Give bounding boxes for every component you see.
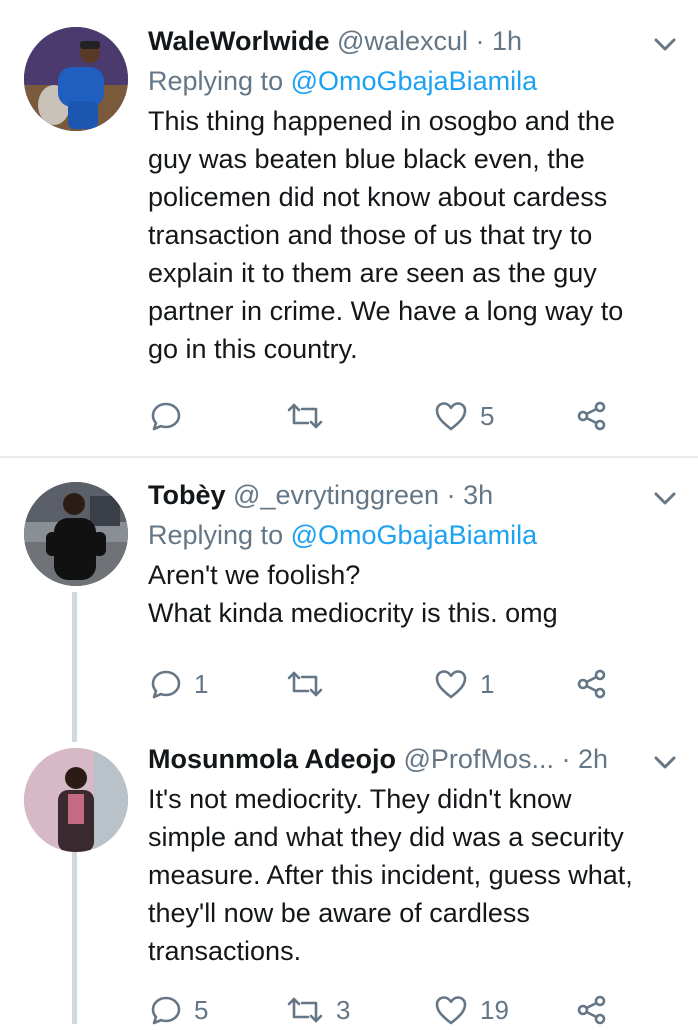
tweet-header: Tobèy @_evrytinggreen · 3h bbox=[148, 478, 674, 512]
retweet-icon bbox=[287, 671, 323, 697]
replying-to-label: Replying to bbox=[148, 520, 284, 550]
avatar[interactable] bbox=[24, 27, 128, 131]
timestamp[interactable]: · 2h bbox=[561, 744, 608, 774]
tweet-header: Mosunmola Adeojo @ProfMos... · 2h bbox=[148, 742, 674, 776]
retweet-count: 3 bbox=[336, 994, 351, 1025]
tweet-text: Aren't we foolish? What kinda mediocrity… bbox=[148, 560, 558, 628]
display-name[interactable]: Tobèy bbox=[148, 480, 226, 510]
avatar[interactable] bbox=[24, 748, 128, 852]
reply-button[interactable]: 1 bbox=[150, 664, 208, 704]
like-button[interactable]: 5 bbox=[434, 396, 494, 436]
chevron-down-icon[interactable] bbox=[654, 38, 676, 52]
share-icon bbox=[577, 995, 606, 1025]
tweet-text: It's not mediocrity. They didn't know si… bbox=[148, 784, 633, 966]
share-icon bbox=[577, 669, 606, 699]
tweet-actions: 5 3 19 bbox=[148, 990, 698, 1030]
like-count: 1 bbox=[480, 668, 495, 699]
retweet-button[interactable] bbox=[286, 396, 336, 436]
retweet-icon bbox=[287, 997, 323, 1023]
tweet-header: WaleWorlwide @walexcul · 1h bbox=[148, 24, 674, 58]
replying-to: Replying to @OmoGbajaBiamila bbox=[148, 518, 674, 552]
username[interactable]: @ProfMos... bbox=[404, 744, 554, 774]
share-button[interactable] bbox=[576, 396, 608, 436]
reply-icon bbox=[151, 402, 181, 431]
tweet[interactable]: Mosunmola Adeojo @ProfMos... · 2h It's n… bbox=[0, 728, 698, 1025]
share-icon bbox=[577, 401, 606, 431]
like-count: 19 bbox=[480, 994, 509, 1025]
username[interactable]: @walexcul bbox=[337, 26, 468, 56]
timestamp[interactable]: · 1h bbox=[476, 26, 523, 56]
chevron-down-icon[interactable] bbox=[654, 756, 676, 770]
mention-link[interactable]: @OmoGbajaBiamila bbox=[291, 520, 538, 550]
reply-icon bbox=[151, 996, 181, 1025]
tweet-text: This thing happened in osogbo and the gu… bbox=[148, 106, 624, 364]
reply-button[interactable]: 5 bbox=[150, 990, 208, 1030]
reply-button[interactable] bbox=[150, 396, 194, 436]
tweet[interactable]: WaleWorlwide @walexcul · 1h Replying to … bbox=[0, 0, 698, 456]
like-count: 5 bbox=[480, 400, 495, 431]
reply-count: 5 bbox=[194, 994, 209, 1025]
tweet[interactable]: Tobèy @_evrytinggreen · 3h Replying to @… bbox=[0, 458, 698, 728]
tweet-actions: 5 bbox=[148, 396, 698, 436]
display-name[interactable]: WaleWorlwide bbox=[148, 26, 330, 56]
share-button[interactable] bbox=[576, 664, 608, 704]
like-icon bbox=[435, 402, 467, 431]
retweet-button[interactable] bbox=[286, 664, 336, 704]
timestamp[interactable]: · 3h bbox=[447, 480, 494, 510]
like-icon bbox=[435, 996, 467, 1025]
tweet-actions: 1 1 bbox=[148, 664, 698, 704]
chevron-down-icon[interactable] bbox=[654, 492, 676, 506]
username[interactable]: @_evrytinggreen bbox=[233, 480, 439, 510]
mention-link[interactable]: @OmoGbajaBiamila bbox=[291, 66, 538, 96]
like-button[interactable]: 1 bbox=[434, 664, 494, 704]
retweet-icon bbox=[287, 403, 323, 429]
share-button[interactable] bbox=[576, 990, 608, 1030]
like-icon bbox=[435, 670, 467, 699]
reply-count: 1 bbox=[194, 668, 209, 699]
retweet-button[interactable]: 3 bbox=[286, 990, 350, 1030]
reply-icon bbox=[151, 670, 181, 699]
display-name[interactable]: Mosunmola Adeojo bbox=[148, 744, 396, 774]
replying-to: Replying to @OmoGbajaBiamila bbox=[148, 64, 674, 98]
replying-to-label: Replying to bbox=[148, 66, 284, 96]
like-button[interactable]: 19 bbox=[434, 990, 509, 1030]
avatar[interactable] bbox=[24, 482, 128, 586]
